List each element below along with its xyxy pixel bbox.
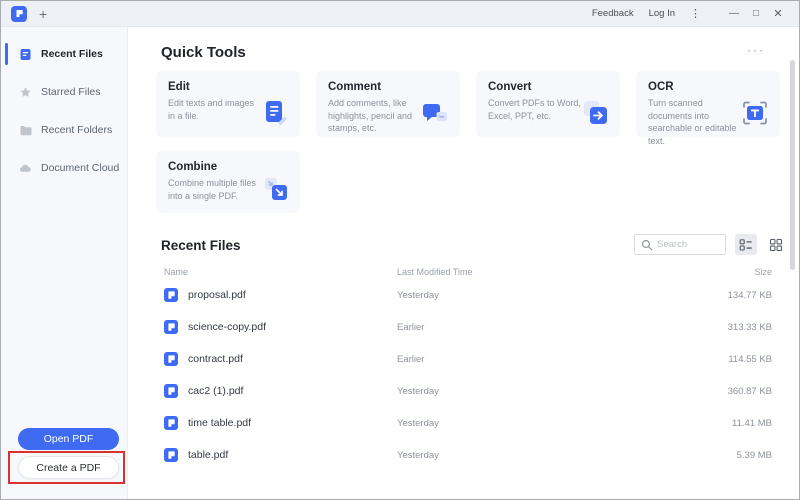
quick-tool-card-edit[interactable]: Edit Edit texts and images in a file. xyxy=(156,71,300,137)
file-size: 313.33 KB xyxy=(727,321,772,333)
open-pdf-button[interactable]: Open PDF xyxy=(18,428,119,450)
file-size: 11.41 MB xyxy=(732,417,772,429)
file-modified: Earlier xyxy=(397,321,425,333)
table-row[interactable]: proposal.pdf Yesterday 134.77 KB xyxy=(164,279,772,311)
create-pdf-button[interactable]: Create a PDF xyxy=(18,456,119,479)
recent-files-title: Recent Files xyxy=(161,238,241,253)
column-header-name: Name xyxy=(164,267,189,277)
login-link[interactable]: Log In xyxy=(649,8,675,19)
new-tab-button[interactable]: + xyxy=(39,7,47,21)
app-logo-icon[interactable] xyxy=(11,5,27,22)
pdf-file-icon xyxy=(164,320,178,334)
sidebar-item-document-cloud[interactable]: Document Cloud xyxy=(1,149,127,187)
pdf-file-icon xyxy=(164,384,178,398)
main-content: Quick Tools ··· Edit Edit texts and imag… xyxy=(129,27,799,499)
active-indicator xyxy=(5,43,8,65)
file-name: proposal.pdf xyxy=(188,289,246,301)
search-input[interactable] xyxy=(657,239,717,250)
file-size: 5.39 MB xyxy=(736,449,772,461)
column-header-modified: Last Modified Time xyxy=(397,267,473,277)
sidebar-item-label: Document Cloud xyxy=(41,162,120,174)
close-button[interactable]: ✕ xyxy=(767,7,789,20)
card-title: Edit xyxy=(168,81,190,93)
file-table-header: Name Last Modified Time Size xyxy=(164,267,772,277)
file-table: proposal.pdf Yesterday 134.77 KB science… xyxy=(164,279,772,471)
sidebar-item-label: Starred Files xyxy=(41,86,101,98)
tab-bar: + Feedback Log In ⋮ — □ ✕ xyxy=(1,1,799,27)
file-modified: Yesterday xyxy=(397,385,439,397)
quick-tool-card-comment[interactable]: Comment Add comments, like highlights, p… xyxy=(316,71,460,137)
file-size: 114.55 KB xyxy=(728,353,772,365)
convert-arrow-icon xyxy=(584,101,607,124)
star-icon xyxy=(20,86,31,97)
table-row[interactable]: contract.pdf Earlier 114.55 KB xyxy=(164,343,772,375)
file-modified: Earlier xyxy=(397,353,425,365)
file-name: cac2 (1).pdf xyxy=(188,385,244,397)
card-title: Convert xyxy=(488,81,532,93)
table-row[interactable]: cac2 (1).pdf Yesterday 360.87 KB xyxy=(164,375,772,407)
ocr-scan-icon xyxy=(743,101,767,125)
pdf-file-icon xyxy=(164,448,178,462)
sidebar-item-recent-folders[interactable]: Recent Folders xyxy=(1,111,127,149)
cloud-icon xyxy=(19,164,31,172)
file-name: table.pdf xyxy=(188,449,229,461)
column-header-size: Size xyxy=(754,267,772,277)
file-name: contract.pdf xyxy=(188,353,243,365)
comment-bubble-icon xyxy=(423,104,447,121)
file-modified: Yesterday xyxy=(397,417,439,429)
table-row[interactable]: science-copy.pdf Earlier 313.33 KB xyxy=(164,311,772,343)
combine-files-icon xyxy=(265,178,287,200)
overflow-menu-icon[interactable]: ⋮ xyxy=(690,7,701,20)
card-description: Add comments, like highlights, pencil an… xyxy=(328,98,413,134)
pdf-file-icon xyxy=(164,352,178,366)
pdf-file-icon xyxy=(164,288,178,302)
table-row[interactable]: table.pdf Yesterday 5.39 MB xyxy=(164,439,772,471)
recent-files-icon xyxy=(20,48,31,60)
sidebar-item-label: Recent Files xyxy=(41,48,103,60)
table-row[interactable]: time table.pdf Yesterday 11.41 MB xyxy=(164,407,772,439)
sidebar-item-label: Recent Folders xyxy=(41,124,113,136)
sidebar-nav: Recent Files Starred Files Recent Folder… xyxy=(1,27,127,187)
quick-tool-card-convert[interactable]: Convert Convert PDFs to Word, Excel, PPT… xyxy=(476,71,620,137)
edit-document-icon xyxy=(266,101,287,126)
card-description: Turn scanned documents into searchable o… xyxy=(648,98,737,146)
feedback-link[interactable]: Feedback xyxy=(592,8,634,19)
search-icon xyxy=(641,239,653,250)
grid-view-icon xyxy=(769,238,783,251)
file-modified: Yesterday xyxy=(397,449,439,461)
app-window: + Feedback Log In ⋮ — □ ✕ Recent Files S… xyxy=(0,0,800,500)
file-name: science-copy.pdf xyxy=(188,321,267,333)
file-size: 360.87 KB xyxy=(727,385,772,397)
grid-view-toggle[interactable] xyxy=(765,234,787,255)
pdf-file-icon xyxy=(164,416,178,430)
list-view-icon xyxy=(739,238,752,251)
list-view-toggle[interactable] xyxy=(735,234,757,255)
sidebar: Recent Files Starred Files Recent Folder… xyxy=(1,27,128,499)
file-name: time table.pdf xyxy=(188,417,252,429)
card-description: Edit texts and images in a file. xyxy=(168,98,255,121)
sidebar-item-starred-files[interactable]: Starred Files xyxy=(1,73,127,111)
quick-tool-card-ocr[interactable]: OCR Turn scanned documents into searchab… xyxy=(636,71,780,146)
card-title: OCR xyxy=(648,81,674,93)
search-box[interactable] xyxy=(634,234,726,255)
card-description: Combine multiple files into a single PDF… xyxy=(168,178,257,201)
maximize-button[interactable]: □ xyxy=(745,8,767,19)
vertical-scrollbar[interactable] xyxy=(790,60,795,270)
quick-tool-card-combine[interactable]: Combine Combine multiple files into a si… xyxy=(156,151,300,213)
file-size: 134.77 KB xyxy=(727,289,772,301)
card-description: Convert PDFs to Word, Excel, PPT, etc. xyxy=(488,98,581,121)
quick-tools-title: Quick Tools xyxy=(161,44,246,61)
minimize-button[interactable]: — xyxy=(723,8,745,19)
sidebar-item-recent-files[interactable]: Recent Files xyxy=(1,35,127,73)
card-title: Comment xyxy=(328,81,382,93)
quick-tools-more-button[interactable]: ··· xyxy=(747,43,765,57)
folder-icon xyxy=(20,125,32,135)
file-modified: Yesterday xyxy=(397,289,439,301)
tab-bar-right: Feedback Log In ⋮ — □ ✕ xyxy=(592,7,789,20)
